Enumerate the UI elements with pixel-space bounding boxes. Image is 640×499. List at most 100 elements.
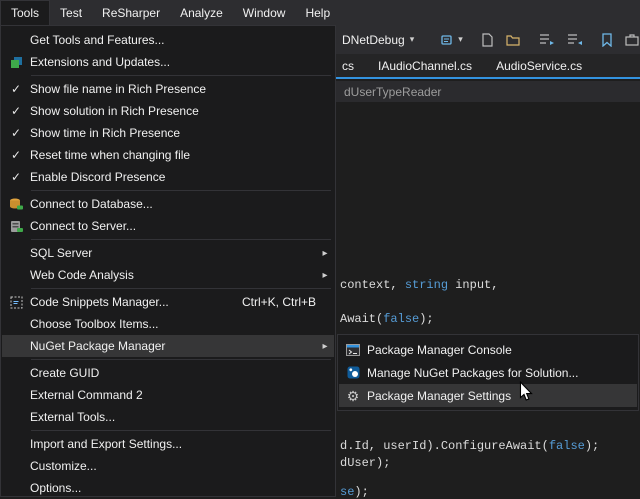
submenu-arrow-icon: ▸	[316, 341, 334, 352]
menu-item-options[interactable]: Options...	[2, 477, 334, 499]
menu-item-label: Extensions and Updates...	[30, 55, 334, 69]
menu-item-sql-server[interactable]: SQL Server ▸	[2, 242, 334, 264]
menubar-item-window[interactable]: Window	[233, 0, 296, 25]
submenu-arrow-icon: ▸	[316, 248, 334, 259]
code-token: string	[405, 278, 448, 292]
comment-lines-icon[interactable]	[536, 33, 558, 46]
extensions-icon	[2, 56, 30, 69]
menu-item-label: Customize...	[30, 459, 334, 473]
uncomment-lines-icon[interactable]	[564, 33, 586, 46]
nuget-icon	[339, 366, 367, 379]
menubar-item-help[interactable]: Help	[295, 0, 340, 25]
debug-target-label: DNetDebug	[342, 33, 405, 47]
menu-item-extensions-and-updates[interactable]: Extensions and Updates...	[2, 51, 334, 73]
menu-item-enable-discord-presence[interactable]: ✓ Enable Discord Presence	[2, 166, 334, 188]
code-token: );	[419, 312, 433, 326]
menu-separator	[31, 359, 331, 360]
menubar-item-label: Test	[60, 6, 82, 20]
code-token: input,	[448, 278, 498, 292]
menubar-item-test[interactable]: Test	[50, 0, 92, 25]
menu-item-show-solution-rich-presence[interactable]: ✓ Show solution in Rich Presence	[2, 100, 334, 122]
code-token: d.Id, userId).ConfigureAwait(	[340, 439, 549, 453]
attach-to-process-icon[interactable]: ▾	[438, 33, 466, 47]
console-icon	[339, 344, 367, 356]
database-icon	[2, 198, 30, 211]
menu-item-label: SQL Server	[30, 246, 316, 260]
submenu-item-manage-nuget-packages-for-solution[interactable]: Manage NuGet Packages for Solution...	[339, 361, 637, 384]
tab-partial[interactable]: cs	[338, 54, 366, 77]
toolbox-icon[interactable]	[622, 33, 640, 46]
gear-icon: ⚙	[339, 389, 367, 403]
menu-item-nuget-package-manager[interactable]: NuGet Package Manager ▸	[2, 335, 334, 357]
submenu-item-package-manager-console[interactable]: Package Manager Console	[339, 338, 637, 361]
code-token: );	[585, 439, 599, 453]
submenu-item-package-manager-settings[interactable]: ⚙ Package Manager Settings	[339, 384, 637, 407]
chevron-down-icon: ▾	[458, 34, 463, 45]
menu-item-label: Connect to Server...	[30, 219, 334, 233]
menu-item-label: Enable Discord Presence	[30, 170, 334, 184]
code-token: false	[383, 312, 419, 326]
menubar-item-label: Tools	[11, 6, 39, 20]
menu-item-label: Reset time when changing file	[30, 148, 334, 162]
menu-item-connect-to-server[interactable]: Connect to Server...	[2, 215, 334, 237]
menu-item-label: Get Tools and Features...	[30, 33, 334, 47]
new-file-icon[interactable]	[478, 33, 497, 47]
menubar-item-label: ReSharper	[102, 6, 160, 20]
menu-item-external-tools[interactable]: External Tools...	[2, 406, 334, 428]
snippets-icon	[2, 296, 30, 309]
menu-item-label: Show file name in Rich Presence	[30, 82, 334, 96]
menu-item-label: Choose Toolbox Items...	[30, 317, 334, 331]
menu-item-connect-to-database[interactable]: Connect to Database...	[2, 193, 334, 215]
menubar-item-analyze[interactable]: Analyze	[170, 0, 233, 25]
chevron-down-icon: ▾	[410, 34, 415, 45]
server-icon	[2, 220, 30, 233]
tab-audioservice[interactable]: AudioService.cs	[484, 54, 594, 77]
code-line: d.Id, userId).ConfigureAwait(false);	[340, 439, 599, 453]
debug-target-dropdown[interactable]: DNetDebug ▾	[338, 31, 418, 49]
submenu-arrow-icon: ▸	[316, 270, 334, 281]
menu-item-show-time-rich-presence[interactable]: ✓ Show time in Rich Presence	[2, 122, 334, 144]
menu-separator	[31, 288, 331, 289]
menu-item-customize[interactable]: Customize...	[2, 455, 334, 477]
menu-item-get-tools-and-features[interactable]: Get Tools and Features...	[2, 29, 334, 51]
nuget-package-manager-submenu: Package Manager Console Manage NuGet Pac…	[337, 334, 639, 411]
menubar-item-resharper[interactable]: ReSharper	[92, 0, 170, 25]
menu-separator	[31, 190, 331, 191]
menu-item-label: External Command 2	[30, 388, 334, 402]
menu-bar: Tools Test ReSharper Analyze Window Help	[0, 0, 640, 25]
open-file-icon[interactable]	[503, 33, 524, 47]
menu-item-label: Show time in Rich Presence	[30, 126, 334, 140]
bookmark-icon[interactable]	[598, 33, 616, 47]
tab-iaudiochannel[interactable]: IAudioChannel.cs	[366, 54, 484, 77]
menu-item-label: Web Code Analysis	[30, 268, 316, 282]
menubar-item-tools[interactable]: Tools	[0, 0, 50, 25]
menu-item-external-command-2[interactable]: External Command 2	[2, 384, 334, 406]
menubar-item-label: Help	[305, 6, 330, 20]
menu-item-code-snippets-manager[interactable]: Code Snippets Manager... Ctrl+K, Ctrl+B	[2, 291, 334, 313]
menu-item-label: NuGet Package Manager	[30, 339, 316, 353]
menu-item-reset-time-when-changing-file[interactable]: ✓ Reset time when changing file	[2, 144, 334, 166]
menu-item-label: Code Snippets Manager...	[30, 295, 242, 309]
menu-item-create-guid[interactable]: Create GUID	[2, 362, 334, 384]
code-token: context,	[340, 278, 405, 292]
menu-item-label: Create GUID	[30, 366, 334, 380]
check-icon: ✓	[2, 170, 30, 184]
menu-separator	[31, 75, 331, 76]
menu-item-label: Import and Export Settings...	[30, 437, 334, 451]
menu-item-choose-toolbox-items[interactable]: Choose Toolbox Items...	[2, 313, 334, 335]
code-token: dUser);	[340, 456, 390, 470]
menu-item-import-export-settings[interactable]: Import and Export Settings...	[2, 433, 334, 455]
code-token: Await(	[340, 312, 383, 326]
check-icon: ✓	[2, 104, 30, 118]
tab-label: IAudioChannel.cs	[378, 59, 472, 73]
check-icon: ✓	[2, 148, 30, 162]
menu-item-web-code-analysis[interactable]: Web Code Analysis ▸	[2, 264, 334, 286]
tools-menu: Get Tools and Features... Extensions and…	[0, 25, 336, 497]
menu-item-label: Options...	[30, 481, 334, 495]
menu-item-show-file-name-rich-presence[interactable]: ✓ Show file name in Rich Presence	[2, 78, 334, 100]
breadcrumb: dUserTypeReader	[344, 85, 441, 99]
code-line: Await(false);	[340, 312, 434, 326]
menu-separator	[31, 239, 331, 240]
menubar-item-label: Window	[243, 6, 286, 20]
menu-item-label: Show solution in Rich Presence	[30, 104, 334, 118]
